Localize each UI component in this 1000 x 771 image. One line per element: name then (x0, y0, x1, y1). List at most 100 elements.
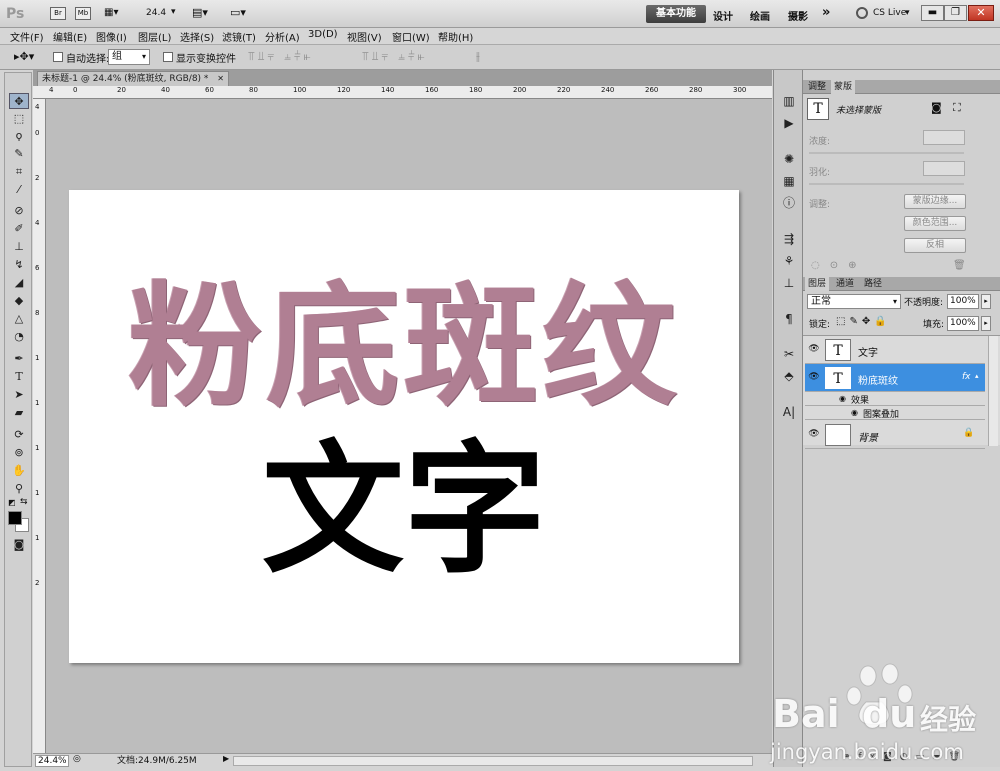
zoom-level-dropdown[interactable]: 24.4 (146, 8, 166, 18)
effect-eye-icon[interactable]: ◉ (851, 408, 858, 417)
fill-field[interactable]: 100% (947, 316, 979, 331)
actions-panel-icon[interactable]: ▶ (778, 114, 800, 132)
workspace-painting[interactable]: 绘画 (750, 8, 770, 23)
eraser-tool-icon[interactable]: ◢ (9, 275, 29, 291)
fill-arrow-icon[interactable]: ▸ (981, 316, 991, 331)
3d-orbit-tool-icon[interactable]: ⊚ (9, 445, 29, 461)
pixel-mask-icon[interactable]: ◙ (931, 101, 942, 114)
visibility-eye-icon[interactable]: 👁 (807, 344, 821, 356)
color-panel-icon[interactable]: ✺ (778, 150, 800, 168)
hand-tool-icon[interactable]: ✋ (9, 463, 29, 479)
status-zoom-field[interactable]: 24.4% (35, 755, 69, 767)
layers-scrollbar[interactable] (988, 336, 998, 446)
swatches-panel-icon[interactable]: ▦ (778, 172, 800, 190)
quick-mask-icon[interactable]: ◙ (9, 537, 29, 553)
opacity-arrow-icon[interactable]: ▸ (981, 294, 991, 309)
move-tool-preset-icon[interactable]: ▸✥▾ (14, 50, 34, 63)
3d-rotate-tool-icon[interactable]: ⟳ (9, 427, 29, 443)
tab-paths[interactable]: 路径 (861, 277, 885, 291)
effects-row[interactable]: ◉ 效果 (805, 393, 985, 406)
fx-icon[interactable]: fx (962, 372, 971, 382)
feather-field[interactable] (923, 161, 965, 176)
menu-window[interactable]: 窗口(W) (392, 29, 430, 44)
type-tool-icon[interactable]: T (9, 369, 29, 385)
menu-help[interactable]: 帮助(H) (438, 29, 473, 44)
zoom-tool-icon[interactable]: ⚲ (9, 481, 29, 497)
brush-tool-icon[interactable]: ✐ (9, 221, 29, 237)
layer-row[interactable]: 👁 背景 🔒 (805, 421, 985, 449)
history-panel-icon[interactable]: ▥ (778, 92, 800, 110)
eyedropper-tool-icon[interactable]: ⁄ (9, 182, 29, 198)
crop-tool-icon[interactable]: ⌗ (9, 164, 29, 180)
feather-slider[interactable] (809, 183, 964, 185)
expand-effects-icon[interactable]: ▴ (975, 372, 979, 380)
image-canvas[interactable]: 粉底斑纹 文字 (69, 190, 739, 663)
tab-channels[interactable]: 通道 (833, 277, 857, 291)
path-selection-tool-icon[interactable]: ➤ (9, 387, 29, 403)
close-button[interactable]: ✕ (968, 5, 994, 21)
menu-select[interactable]: 选择(S) (180, 29, 214, 44)
paint-bucket-tool-icon[interactable]: ◆ (9, 293, 29, 309)
close-tab-icon[interactable]: ✕ (217, 74, 224, 83)
shape-tool-icon[interactable]: ▰ (9, 405, 29, 421)
menu-image[interactable]: 图像(I) (96, 29, 127, 44)
tab-adjustments[interactable]: 调整 (805, 80, 829, 94)
clone-source-icon[interactable]: ⚘ (778, 252, 800, 270)
character-panel-icon[interactable]: A| (778, 403, 800, 421)
show-transform-checkbox[interactable] (163, 52, 173, 62)
minimize-button[interactable]: ▬ (921, 5, 944, 21)
marquee-tool-icon[interactable]: ⬚ (9, 111, 29, 127)
workspace-photography[interactable]: 摄影 (788, 8, 808, 23)
swap-colors-icon[interactable]: ⇆ (20, 497, 28, 507)
density-slider[interactable] (809, 152, 964, 154)
view-extras-icon[interactable]: ▦▾ (104, 7, 128, 20)
clone-stamp-tool-icon[interactable]: ⊥ (9, 239, 29, 255)
menu-analysis[interactable]: 分析(A) (265, 29, 300, 44)
opacity-field[interactable]: 100% (947, 294, 979, 309)
workspace-essentials[interactable]: 基本功能 (646, 5, 706, 23)
info-panel-icon[interactable]: ⓘ (778, 194, 800, 212)
healing-brush-tool-icon[interactable]: ⊘ (9, 203, 29, 219)
tab-masks[interactable]: 蒙版 (831, 80, 856, 94)
menu-3d[interactable]: 3D(D) (308, 29, 338, 40)
3d-panel-icon[interactable]: ⬘ (778, 367, 800, 385)
tool-presets-icon[interactable]: ⊥ (778, 274, 800, 292)
auto-select-checkbox[interactable] (53, 52, 63, 62)
screen-mode-icon[interactable]: ▭▾ (230, 6, 246, 19)
paragraph-panel-icon[interactable]: ¶ (778, 310, 800, 328)
auto-align-icon[interactable]: ⫲ (476, 49, 480, 64)
mask-footer-icons[interactable]: ◌⊙⊕ (811, 260, 866, 271)
blur-tool-icon[interactable]: △ (9, 311, 29, 327)
status-preview-icon[interactable]: ◎ (73, 754, 81, 764)
invert-button[interactable]: 反相 (904, 238, 966, 253)
horizontal-scrollbar[interactable] (233, 756, 753, 766)
bridge-button[interactable]: Br (50, 7, 66, 20)
distribute-buttons-icon[interactable]: ⫪⫫⫧ ⫨⫩⫦ (362, 49, 428, 64)
move-tool-icon[interactable]: ✥ (9, 93, 29, 109)
visibility-eye-icon[interactable]: 👁 (807, 372, 821, 384)
visibility-eye-icon[interactable]: 👁 (807, 429, 821, 441)
menu-edit[interactable]: 编辑(E) (53, 29, 87, 44)
auto-select-dropdown[interactable]: 组 ▾ (108, 49, 150, 65)
dodge-tool-icon[interactable]: ◔ (9, 329, 29, 345)
menu-filter[interactable]: 滤镜(T) (222, 29, 256, 44)
blend-mode-dropdown[interactable]: 正常 ▾ (807, 294, 901, 309)
history-brush-tool-icon[interactable]: ↯ (9, 257, 29, 273)
brush-presets-icon[interactable]: ⇶ (778, 230, 800, 248)
layer-row[interactable]: 👁 T 文字 (805, 336, 985, 364)
zoom-dropdown-arrow[interactable]: ▾ (171, 7, 176, 17)
menu-file[interactable]: 文件(F) (10, 29, 44, 44)
cs-live-dropdown-icon[interactable]: ▾ (905, 8, 910, 18)
vector-mask-icon[interactable]: ⛶ (953, 101, 961, 115)
more-workspaces-button[interactable]: » (822, 5, 830, 20)
lock-icons[interactable]: ⬚✎✥🔒 (836, 316, 891, 327)
mask-delete-icon[interactable]: 🗑 (953, 260, 966, 271)
align-buttons-icon[interactable]: ⫪⫫⫧ ⫨⫩⫦ (248, 49, 314, 64)
default-colors-icon[interactable]: ◩ (8, 498, 16, 507)
quick-select-tool-icon[interactable]: ✎ (9, 146, 29, 162)
density-field[interactable] (923, 130, 965, 145)
arrange-documents-icon[interactable]: ▤▾ (192, 6, 208, 19)
brushes-panel-icon[interactable]: ✂ (778, 345, 800, 363)
layer-row-selected[interactable]: 👁 T 粉底斑纹 fx ▴ (805, 364, 985, 392)
cs-live-label[interactable]: CS Live (873, 8, 906, 18)
